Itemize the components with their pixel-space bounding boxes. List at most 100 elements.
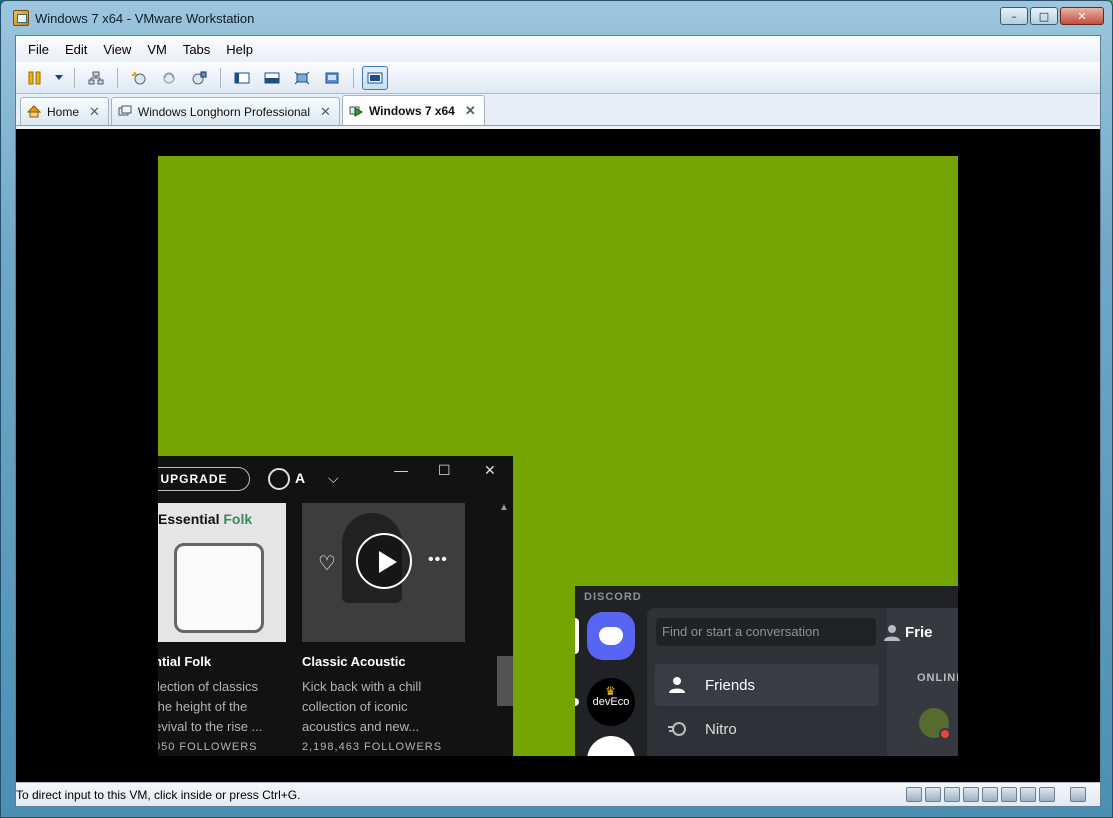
dropdown-arrow-icon[interactable] [52, 66, 66, 90]
window-title: Windows 7 x64 - VMware Workstation [35, 10, 255, 26]
tab-home[interactable]: Home ✕ [20, 97, 109, 125]
online-section-label: ONLINE [917, 672, 958, 684]
snapshot-take-icon[interactable] [126, 66, 152, 90]
nav-friends-label: Friends [705, 676, 756, 694]
vm-console[interactable]: UPGRADE A ⌵ — ☐ ✕ ▲ Essential Folk ♡ •••… [16, 129, 1100, 783]
device-status-icons [906, 787, 1086, 802]
chevron-down-icon[interactable]: ⌵ [328, 470, 339, 487]
vm-running-icon [349, 106, 363, 117]
nav-nitro[interactable]: Nitro [655, 708, 879, 750]
spotify-window[interactable]: UPGRADE A ⌵ — ☐ ✕ ▲ Essential Folk ♡ •••… [158, 456, 513, 756]
power-icon[interactable] [22, 66, 48, 90]
discord-home-icon[interactable] [587, 612, 635, 660]
friends-icon [669, 677, 685, 693]
network-adapter-icon[interactable] [963, 787, 979, 802]
spotify-user-name[interactable]: A [295, 470, 305, 486]
menu-tabs[interactable]: Tabs [175, 39, 218, 60]
menu-edit[interactable]: Edit [57, 39, 95, 60]
more-options-icon[interactable]: ••• [428, 551, 448, 569]
title-bar[interactable]: Windows 7 x64 - VMware Workstation – □ ✕ [1, 1, 1113, 35]
status-bar: To direct input to this VM, click inside… [16, 782, 1100, 806]
snapshot-revert-icon[interactable] [156, 66, 182, 90]
card-description: llection of classics the height of the e… [158, 679, 263, 734]
chair-illustration [174, 543, 264, 633]
tab-home-label: Home [47, 104, 80, 119]
heart-icon[interactable]: ♡ [318, 551, 336, 576]
status-message: To direct input to this VM, click inside… [16, 787, 301, 802]
server-icon[interactable] [587, 736, 635, 756]
spotify-maximize-button[interactable]: ☐ [438, 462, 451, 479]
friends-panel: Frie ONLINE [884, 608, 958, 756]
toolbar-separator [117, 67, 118, 88]
tab-strip: Home ✕ Windows Longhorn Professional ✕ W… [16, 94, 1100, 126]
crown-icon: ♛ [605, 684, 616, 698]
view-unity-icon[interactable] [319, 66, 345, 90]
view-console-icon[interactable] [229, 66, 255, 90]
toolbar [16, 62, 1100, 94]
toolbar-separator [220, 67, 221, 88]
menu-vm[interactable]: VM [139, 39, 175, 60]
maximize-button[interactable]: □ [1030, 7, 1058, 25]
view-quick-switch-icon[interactable] [259, 66, 285, 90]
menu-view[interactable]: View [95, 39, 139, 60]
hard-disk-icon[interactable] [906, 787, 922, 802]
spotify-upgrade-button[interactable]: UPGRADE [158, 467, 250, 491]
card-description: Kick back with a chill collection of ico… [302, 679, 422, 734]
floppy-icon[interactable] [944, 787, 960, 802]
avatar[interactable] [919, 708, 951, 740]
nitro-icon [668, 722, 686, 736]
snapshot-manager-icon[interactable] [186, 66, 212, 90]
tab-windows-longhorn[interactable]: Windows Longhorn Professional ✕ [110, 97, 340, 125]
scroll-up-arrow-icon[interactable]: ▲ [499, 502, 509, 513]
server-selected-indicator [575, 618, 579, 654]
menu-bar: File Edit View VM Tabs Help [16, 36, 1100, 62]
dm-sidebar: Find or start a conversation Friends Nit… [647, 608, 887, 756]
usb-controller-icon[interactable] [982, 787, 998, 802]
menu-help[interactable]: Help [218, 39, 261, 60]
guest-desktop[interactable]: UPGRADE A ⌵ — ☐ ✕ ▲ Essential Folk ♡ •••… [158, 156, 958, 756]
spotify-minimize-button[interactable]: — [394, 462, 408, 478]
toolbar-separator [353, 67, 354, 88]
playlist-cover-essential-folk[interactable]: Essential Folk [158, 503, 286, 642]
server-deveco[interactable]: ♛ devEco [587, 678, 635, 726]
card-title[interactable]: ntial Folk [158, 654, 211, 669]
network-icon[interactable] [83, 66, 109, 90]
display-icon[interactable] [1039, 787, 1055, 802]
user-icon[interactable] [268, 468, 290, 490]
tab-windows-7-x64-close-icon[interactable]: ✕ [465, 103, 476, 119]
sound-card-icon[interactable] [1020, 787, 1036, 802]
cd-drive-icon[interactable] [925, 787, 941, 802]
card-followers: 2,198,463 FOLLOWERS [302, 741, 443, 753]
message-log-icon[interactable] [1070, 787, 1086, 802]
cover-title: Essential Folk [158, 511, 253, 527]
card-followers: 050 FOLLOWERS [158, 741, 258, 753]
printer-icon[interactable] [1001, 787, 1017, 802]
menu-file[interactable]: File [20, 39, 57, 60]
nav-nitro-label: Nitro [705, 720, 737, 738]
spotify-close-button[interactable]: ✕ [484, 462, 496, 479]
playlist-cover-classic-acoustic[interactable]: ♡ ••• [302, 503, 465, 642]
vm-icon [118, 105, 132, 116]
play-button[interactable] [356, 533, 412, 589]
card-title[interactable]: Classic Acoustic [302, 654, 406, 669]
nav-friends[interactable]: Friends [655, 664, 879, 706]
scrollbar-thumb[interactable] [497, 656, 513, 706]
close-button[interactable]: ✕ [1060, 7, 1104, 25]
tab-home-close-icon[interactable]: ✕ [89, 104, 100, 120]
discord-window[interactable]: DISCORD ♛ devEco Find or start a convers… [575, 586, 958, 756]
minimize-button[interactable]: – [1000, 7, 1028, 25]
search-input[interactable]: Find or start a conversation [656, 618, 876, 646]
friends-header-title: Frie [905, 624, 933, 641]
discord-wordmark: DISCORD [584, 591, 642, 603]
home-icon [27, 105, 41, 118]
tab-windows-longhorn-label: Windows Longhorn Professional [137, 104, 311, 119]
view-fullscreen-icon[interactable] [289, 66, 315, 90]
friends-header-icon [884, 625, 900, 641]
vmware-window: Windows 7 x64 - VMware Workstation – □ ✕… [0, 0, 1113, 818]
tab-windows-7-x64[interactable]: Windows 7 x64 ✕ [341, 95, 485, 125]
view-stretch-icon[interactable] [362, 65, 388, 90]
vmware-app-icon [13, 10, 29, 26]
window-controls: – □ ✕ [1000, 7, 1104, 25]
client-area: File Edit View VM Tabs Help Home ✕ Windo… [15, 35, 1101, 807]
tab-windows-longhorn-close-icon[interactable]: ✕ [320, 104, 331, 120]
